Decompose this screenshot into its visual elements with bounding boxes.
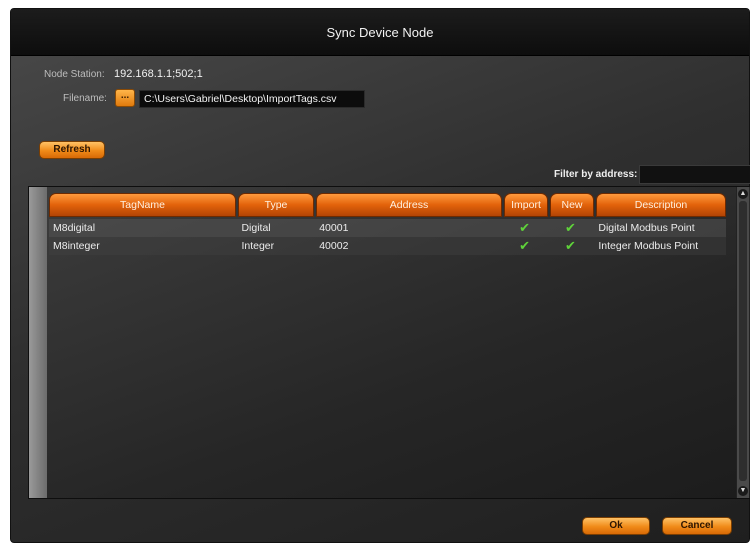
column-header-address[interactable]: Address (316, 193, 502, 217)
filter-by-address-input[interactable] (639, 165, 750, 184)
refresh-button[interactable]: Refresh (39, 141, 105, 159)
tags-grid: TagName Type Address Import New Descript… (28, 186, 750, 499)
title-bar: Sync Device Node (11, 9, 749, 56)
description-cell: Digital Modbus Point (598, 222, 695, 234)
node-station-label: Node Station: (44, 69, 105, 80)
column-header-import[interactable]: Import (504, 193, 548, 217)
sync-device-node-dialog: Sync Device Node Node Station: 192.168.1… (10, 8, 750, 543)
description-cell: Integer Modbus Point (598, 240, 699, 252)
import-check-icon[interactable]: ✔ (503, 237, 547, 255)
cancel-button[interactable]: Cancel (662, 517, 732, 535)
ok-button[interactable]: Ok (582, 517, 650, 535)
row-header-strip (29, 187, 47, 498)
table-row[interactable]: M8integer Integer 40002 ✔ ✔ Integer Modb… (49, 237, 726, 255)
filter-by-address-label: Filter by address: (554, 169, 638, 180)
new-check-icon[interactable]: ✔ (549, 219, 593, 237)
scroll-up-icon[interactable]: ▲ (738, 189, 748, 199)
node-station-value: 192.168.1.1;502;1 (114, 68, 203, 80)
address-cell: 40002 (319, 240, 349, 252)
table-row[interactable]: M8digital Digital 40001 ✔ ✔ Digital Modb… (49, 219, 726, 237)
scroll-thumb[interactable] (739, 201, 747, 481)
type-cell: Integer (241, 240, 275, 252)
browse-file-button[interactable]: ... (115, 89, 135, 107)
tagname-cell: M8digital (53, 222, 96, 234)
column-header-type[interactable]: Type (238, 193, 314, 217)
vertical-scrollbar[interactable]: ▲ ▼ (736, 187, 749, 498)
column-header-new[interactable]: New (550, 193, 594, 217)
grid-header: TagName Type Address Import New Descript… (49, 193, 728, 217)
new-check-icon[interactable]: ✔ (549, 237, 593, 255)
column-header-description[interactable]: Description (596, 193, 726, 217)
address-cell: 40001 (319, 222, 349, 234)
import-check-icon[interactable]: ✔ (503, 219, 547, 237)
type-cell: Digital (241, 222, 271, 234)
dialog-title: Sync Device Node (326, 24, 434, 40)
filename-label: Filename: (63, 93, 107, 104)
tagname-cell: M8integer (53, 240, 100, 252)
scroll-down-icon[interactable]: ▼ (738, 486, 748, 496)
filename-field[interactable]: C:\Users\Gabriel\Desktop\ImportTags.csv (139, 90, 365, 108)
column-header-tagname[interactable]: TagName (49, 193, 236, 217)
